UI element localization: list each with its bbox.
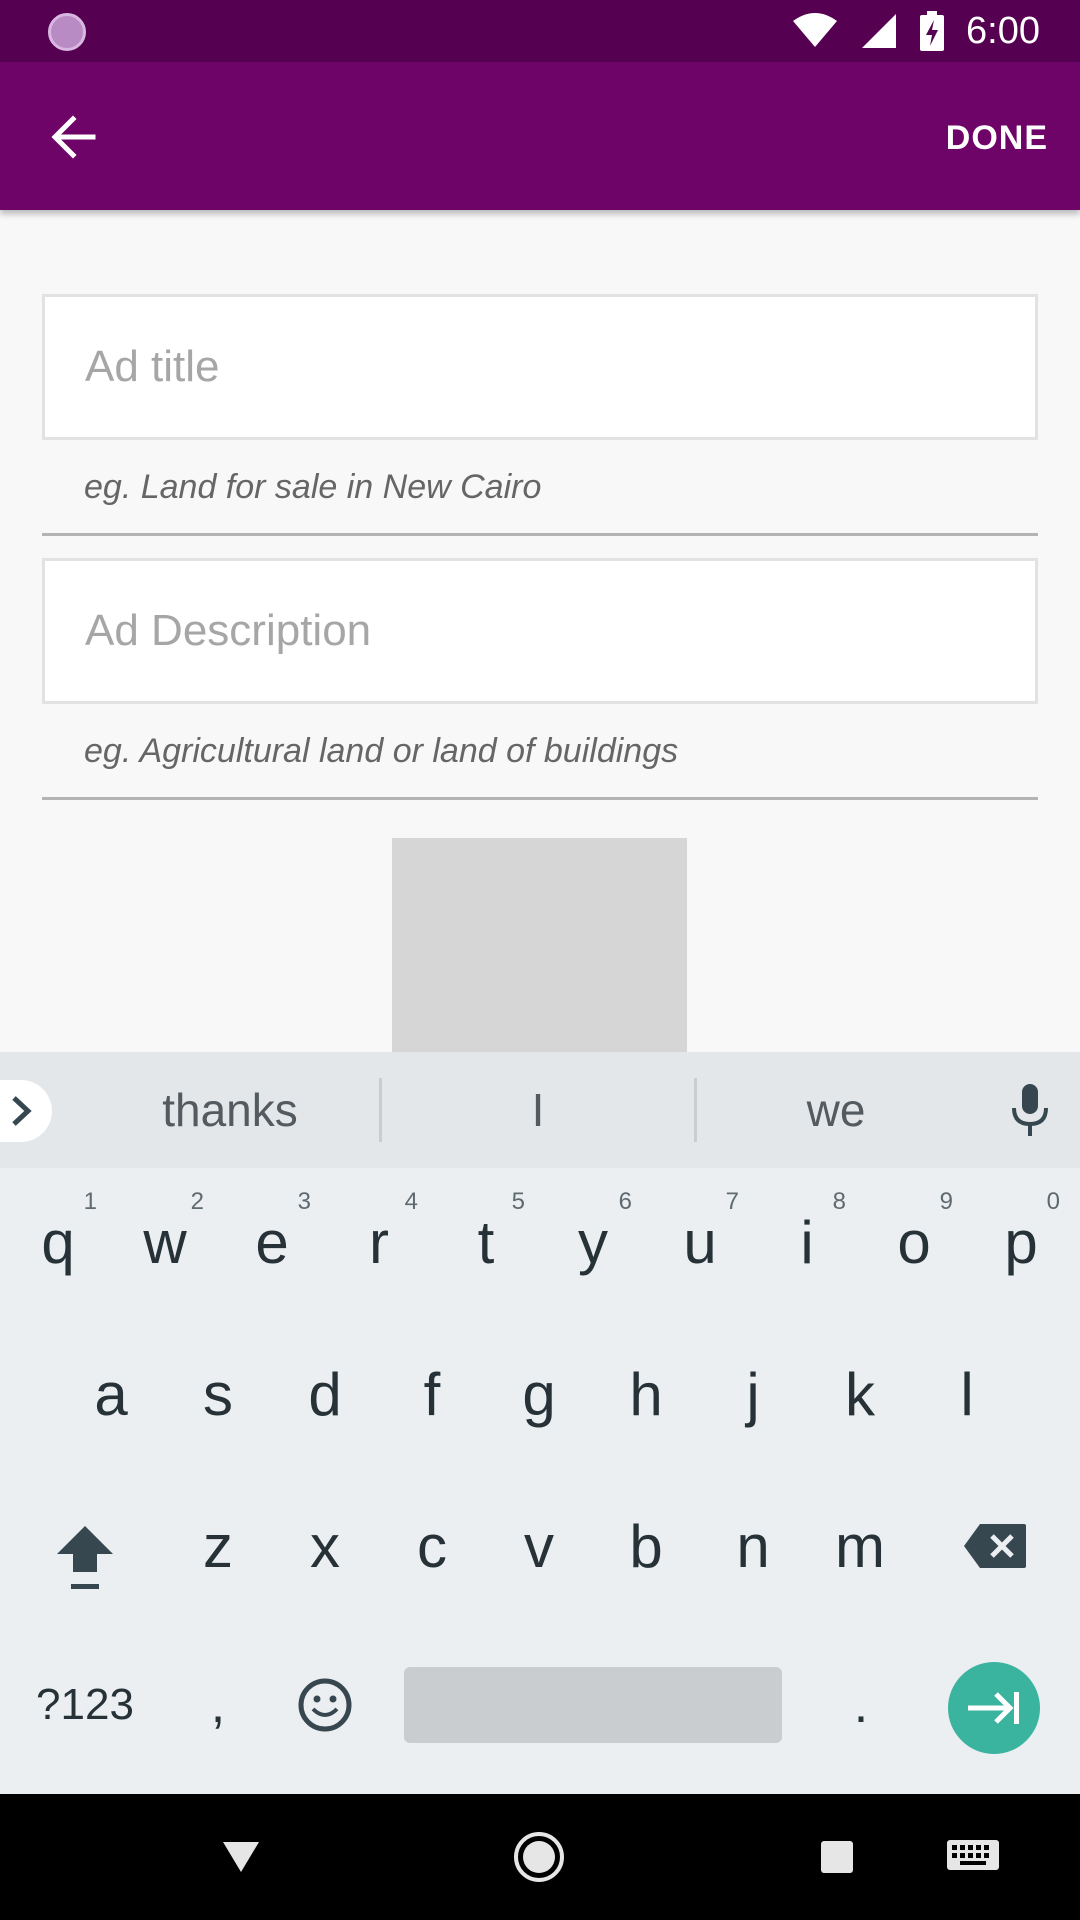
key-w-label: w: [143, 1208, 187, 1276]
status-time: 6:00: [966, 9, 1040, 52]
ad-description-field[interactable]: [42, 558, 1038, 704]
key-c[interactable]: c: [379, 1486, 485, 1606]
status-icons: 6:00: [792, 0, 1040, 62]
key-j[interactable]: j: [700, 1334, 806, 1454]
key-z[interactable]: z: [165, 1486, 271, 1606]
soft-keyboard: thanks I we q1 w2 e3 r4 t5 y6 u7 i8 o9 p…: [0, 1052, 1080, 1794]
mic-button[interactable]: [1000, 1080, 1060, 1140]
key-o[interactable]: o9: [861, 1182, 967, 1302]
ad-description-hint: eg. Agricultural land or land of buildin…: [84, 732, 679, 770]
microphone-icon: [1012, 1084, 1048, 1136]
backspace-key[interactable]: [940, 1486, 1050, 1606]
done-button[interactable]: DONE: [946, 108, 1048, 168]
space-key[interactable]: [404, 1667, 782, 1743]
chevron-right-icon: [12, 1096, 32, 1126]
key-l[interactable]: l: [914, 1334, 1020, 1454]
key-w[interactable]: w2: [112, 1182, 218, 1302]
tab-next-icon: [968, 1692, 1019, 1724]
key-i-hint: 8: [832, 1188, 846, 1215]
home-circle-icon: [514, 1832, 564, 1882]
nav-recents-button[interactable]: [804, 1824, 870, 1890]
ad-title-divider: [42, 533, 1038, 536]
key-m[interactable]: m: [807, 1486, 913, 1606]
symbols-key[interactable]: ?123: [20, 1652, 150, 1758]
suggestion-1[interactable]: thanks: [80, 1052, 380, 1168]
key-y-label: y: [578, 1208, 608, 1276]
key-p[interactable]: p0: [968, 1182, 1074, 1302]
ad-title-field[interactable]: [42, 294, 1038, 440]
key-r-label: r: [369, 1208, 389, 1276]
cell-signal-icon: [862, 14, 897, 48]
ad-title-input[interactable]: [45, 297, 1035, 437]
period-key[interactable]: .: [808, 1652, 914, 1758]
key-r-hint: 4: [404, 1188, 418, 1215]
key-u[interactable]: u7: [647, 1182, 753, 1302]
arrow-back-icon: [51, 115, 96, 159]
keyboard-icon: [947, 1840, 999, 1870]
key-i-label: i: [800, 1208, 814, 1276]
status-bar: 6:00: [0, 0, 1080, 62]
backspace-icon: [964, 1524, 1026, 1568]
next-key[interactable]: [948, 1662, 1040, 1754]
image-placeholder[interactable]: [392, 838, 687, 1052]
shift-key[interactable]: [30, 1498, 140, 1618]
suggestion-3[interactable]: we: [697, 1052, 975, 1168]
key-e-label: e: [255, 1208, 289, 1276]
key-p-label: p: [1004, 1208, 1038, 1276]
key-t[interactable]: t5: [433, 1182, 539, 1302]
key-b[interactable]: b: [593, 1486, 699, 1606]
navigation-bar: [0, 1794, 1080, 1920]
key-a[interactable]: a: [58, 1334, 164, 1454]
loading-icon: [48, 13, 86, 51]
key-x[interactable]: x: [272, 1486, 378, 1606]
key-t-hint: 5: [511, 1188, 525, 1215]
key-q-hint: 1: [83, 1188, 97, 1215]
key-k[interactable]: k: [807, 1334, 913, 1454]
key-w-hint: 2: [190, 1188, 204, 1215]
key-n[interactable]: n: [700, 1486, 806, 1606]
key-o-hint: 9: [939, 1188, 953, 1215]
key-q[interactable]: q1: [5, 1182, 111, 1302]
back-triangle-icon: [223, 1842, 259, 1872]
suggestion-2[interactable]: I: [382, 1052, 694, 1168]
key-u-hint: 7: [725, 1188, 739, 1215]
emoji-icon: [298, 1678, 352, 1732]
key-y[interactable]: y6: [540, 1182, 646, 1302]
key-v[interactable]: v: [486, 1486, 592, 1606]
key-u-label: u: [683, 1208, 717, 1276]
key-o-label: o: [897, 1208, 931, 1276]
shift-arrow-icon: [57, 1526, 113, 1589]
emoji-key[interactable]: [272, 1652, 378, 1758]
nav-keyboard-switch-button[interactable]: [928, 1824, 1018, 1890]
key-f[interactable]: f: [379, 1334, 485, 1454]
key-e-hint: 3: [297, 1188, 311, 1215]
suggestion-strip: thanks I we: [0, 1052, 1080, 1168]
back-button[interactable]: [30, 102, 116, 172]
recents-square-icon: [821, 1841, 853, 1873]
app-bar: DONE: [0, 62, 1080, 210]
expand-suggestions-button[interactable]: [0, 1080, 52, 1142]
key-i[interactable]: i8: [754, 1182, 860, 1302]
key-s[interactable]: s: [165, 1334, 271, 1454]
key-e[interactable]: e3: [219, 1182, 325, 1302]
key-t-label: t: [477, 1208, 495, 1276]
key-g[interactable]: g: [486, 1334, 592, 1454]
ad-description-input[interactable]: [45, 561, 1035, 701]
ad-title-hint: eg. Land for sale in New Cairo: [84, 468, 542, 506]
comma-key[interactable]: ,: [165, 1652, 271, 1758]
key-p-hint: 0: [1046, 1188, 1060, 1215]
key-y-hint: 6: [618, 1188, 632, 1215]
battery-charging-icon: [920, 11, 945, 51]
key-q-label: q: [41, 1208, 75, 1276]
ad-description-divider: [42, 797, 1038, 800]
nav-back-button[interactable]: [208, 1824, 274, 1890]
nav-home-button[interactable]: [506, 1824, 572, 1890]
key-d[interactable]: d: [272, 1334, 378, 1454]
key-h[interactable]: h: [593, 1334, 699, 1454]
wifi-icon: [793, 13, 838, 47]
key-r[interactable]: r4: [326, 1182, 432, 1302]
